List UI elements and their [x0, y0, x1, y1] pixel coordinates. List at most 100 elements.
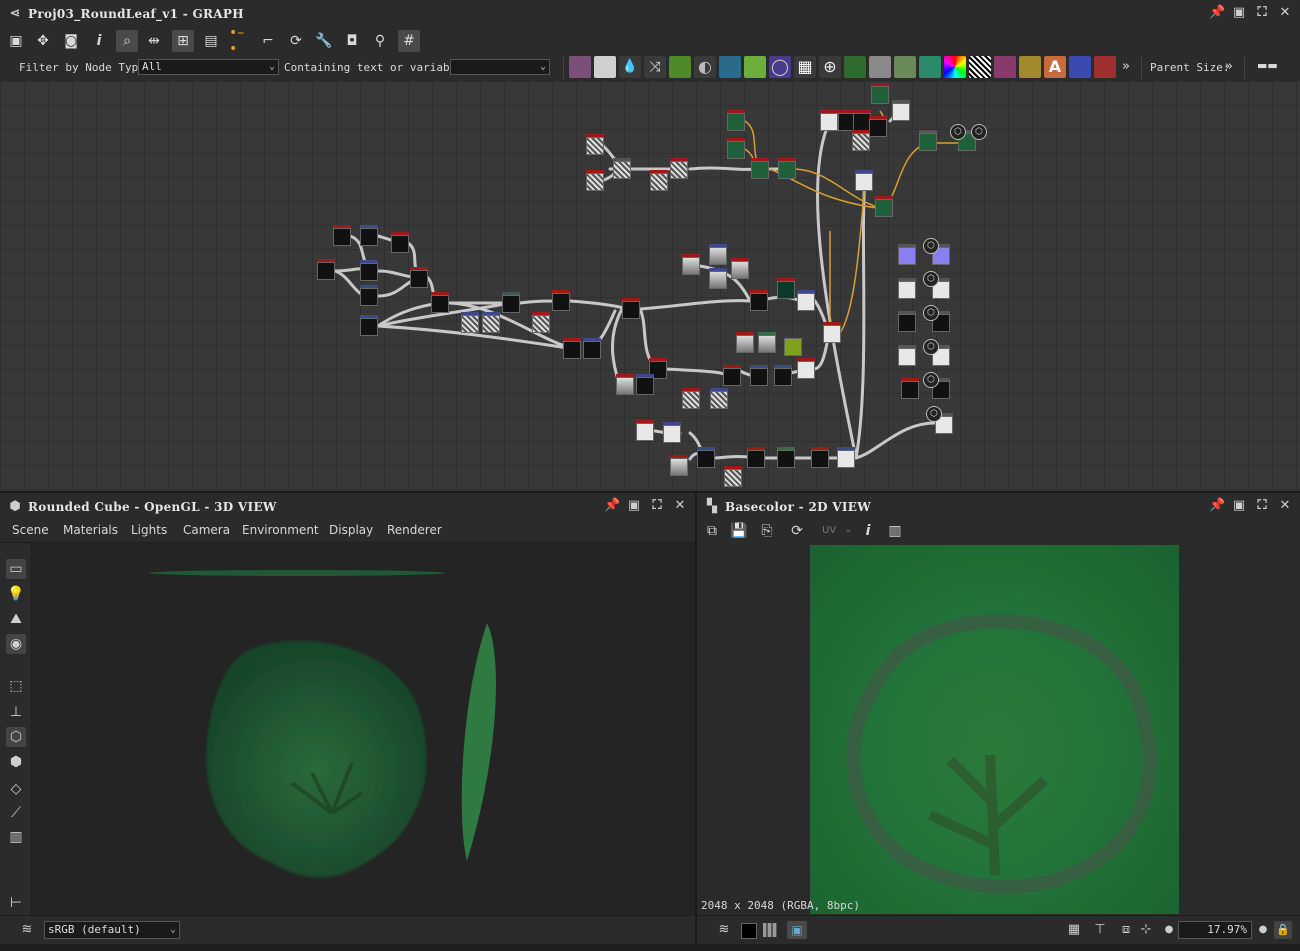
wrench-icon[interactable]: 🔧 [313, 30, 335, 52]
graph-node[interactable] [751, 158, 769, 179]
close-icon[interactable]: ✕ [673, 499, 687, 513]
graph-node[interactable] [697, 447, 715, 468]
graph-node[interactable] [583, 338, 601, 359]
filter-node-icon[interactable] [919, 56, 941, 78]
graph-node[interactable] [750, 290, 768, 311]
zoom-in-icon[interactable]: ● [1256, 923, 1270, 937]
grid-node-icon[interactable]: ▦ [794, 56, 816, 78]
uv-label[interactable]: UV [822, 525, 836, 536]
export-icon[interactable]: ◘ [341, 30, 363, 52]
graph-node[interactable] [670, 455, 688, 476]
output-node-icon[interactable]: ⬡ [923, 339, 939, 355]
channel-split-icon[interactable] [763, 923, 777, 937]
graph-node[interactable] [616, 374, 634, 395]
graph-node[interactable] [777, 278, 795, 299]
graph-node[interactable] [391, 232, 409, 253]
menu-renderer[interactable]: Renderer [387, 523, 442, 537]
graph-settings-icon[interactable]: ▬▬ [1257, 59, 1278, 72]
graph-node[interactable] [747, 447, 765, 468]
leaf-node-icon[interactable] [844, 56, 866, 78]
output-node-icon[interactable]: ⬡ [971, 124, 987, 140]
graph-node[interactable] [820, 110, 838, 131]
circle-node-icon[interactable]: ◯ [769, 56, 791, 78]
graph-node[interactable] [709, 244, 727, 265]
horizontal-splitter[interactable] [0, 491, 1300, 493]
cube-outline-icon[interactable]: ⬢ [6, 752, 26, 772]
graph-node[interactable] [774, 365, 792, 386]
center-icon[interactable]: ⊹ [1139, 923, 1153, 937]
graph-node[interactable] [410, 267, 428, 288]
pin-icon[interactable]: 📌 [604, 499, 620, 513]
text-node-icon[interactable]: A [1044, 56, 1066, 78]
graph-node[interactable] [360, 285, 378, 306]
curve-node-icon[interactable] [669, 56, 691, 78]
graph-node[interactable] [710, 388, 728, 409]
lock-icon[interactable]: 🔒 [1274, 921, 1292, 939]
restore-icon[interactable]: ▣ [627, 499, 641, 513]
graph-node[interactable] [532, 312, 550, 333]
graph-node[interactable] [586, 170, 604, 191]
graph-node[interactable] [723, 365, 741, 386]
graph-node[interactable] [670, 158, 688, 179]
rgb-channel-icon[interactable]: ▣ [787, 921, 807, 939]
refresh-icon[interactable]: ⟳ [285, 30, 307, 52]
containing-input[interactable]: ⌄ [450, 59, 550, 75]
graph-node[interactable] [461, 312, 479, 333]
environment-icon[interactable]: ⛰ [6, 609, 26, 629]
slider-node-icon[interactable] [869, 56, 891, 78]
layers-icon[interactable]: ▤ [200, 30, 222, 52]
graph-node[interactable] [758, 332, 776, 353]
graph-node[interactable] [919, 130, 937, 151]
graph-node[interactable] [622, 298, 640, 319]
graph-node[interactable] [871, 83, 889, 104]
grid-icon[interactable]: ▦ [1067, 923, 1081, 937]
view3d-viewport[interactable] [32, 543, 695, 915]
maximize-icon[interactable]: ⛶ [1255, 499, 1269, 513]
plane-icon[interactable]: ◇ [6, 779, 26, 799]
drop-icon[interactable]: 💧 [619, 56, 641, 78]
close-icon[interactable]: ✕ [1278, 499, 1292, 513]
graph-node[interactable] [750, 365, 768, 386]
graph-node[interactable] [898, 244, 916, 265]
graph-node[interactable] [636, 420, 654, 441]
pan-icon[interactable]: ✥ [32, 30, 54, 52]
menu-camera[interactable]: Camera [183, 523, 230, 537]
fit-icon[interactable]: ⧈ [1119, 923, 1133, 937]
output-node-icon[interactable]: ⬡ [926, 406, 942, 422]
transform-node-icon[interactable] [719, 56, 741, 78]
vertical-splitter[interactable] [695, 493, 697, 951]
graph-node[interactable] [797, 290, 815, 311]
connector-icon[interactable]: •–• [229, 25, 251, 57]
color-wheel-icon[interactable] [944, 56, 966, 78]
graph-node[interactable] [869, 116, 887, 137]
restore-icon[interactable]: ▣ [1232, 6, 1246, 20]
triangle-node-icon[interactable] [1019, 56, 1041, 78]
graph-node[interactable] [852, 130, 870, 151]
axes-icon[interactable]: ⊥ [6, 702, 26, 722]
fill-node-icon[interactable] [1094, 56, 1116, 78]
blend-node-icon[interactable]: ◐ [694, 56, 716, 78]
render-icon[interactable]: ◉ [6, 634, 26, 654]
output-node-icon[interactable]: ⬡ [923, 305, 939, 321]
graph-node[interactable] [784, 335, 802, 356]
noise-node-icon[interactable] [969, 56, 991, 78]
menu-materials[interactable]: Materials [63, 523, 118, 537]
more-icon[interactable]: » [1122, 59, 1130, 74]
output-node-icon[interactable]: ⬡ [923, 372, 939, 388]
output-node-icon[interactable]: ⬡ [923, 238, 939, 254]
camera-icon[interactable]: ◙ [60, 30, 82, 52]
pin-icon[interactable]: 📌 [1209, 6, 1225, 20]
graph-node[interactable] [317, 259, 335, 280]
info-icon[interactable]: i [857, 520, 879, 542]
search-icon[interactable]: ⌕ [116, 30, 138, 52]
graph-node[interactable] [682, 388, 700, 409]
graph-node[interactable] [613, 158, 631, 179]
graph-node[interactable] [811, 447, 829, 468]
graph-node[interactable] [892, 100, 910, 121]
tangent-icon[interactable]: ⟋ [6, 803, 26, 823]
select-node-icon[interactable] [1069, 56, 1091, 78]
graph-node[interactable] [360, 260, 378, 281]
node-type-select[interactable]: All ⌄ [138, 59, 279, 75]
graph-node[interactable] [727, 138, 745, 159]
graph-node[interactable] [360, 315, 378, 336]
